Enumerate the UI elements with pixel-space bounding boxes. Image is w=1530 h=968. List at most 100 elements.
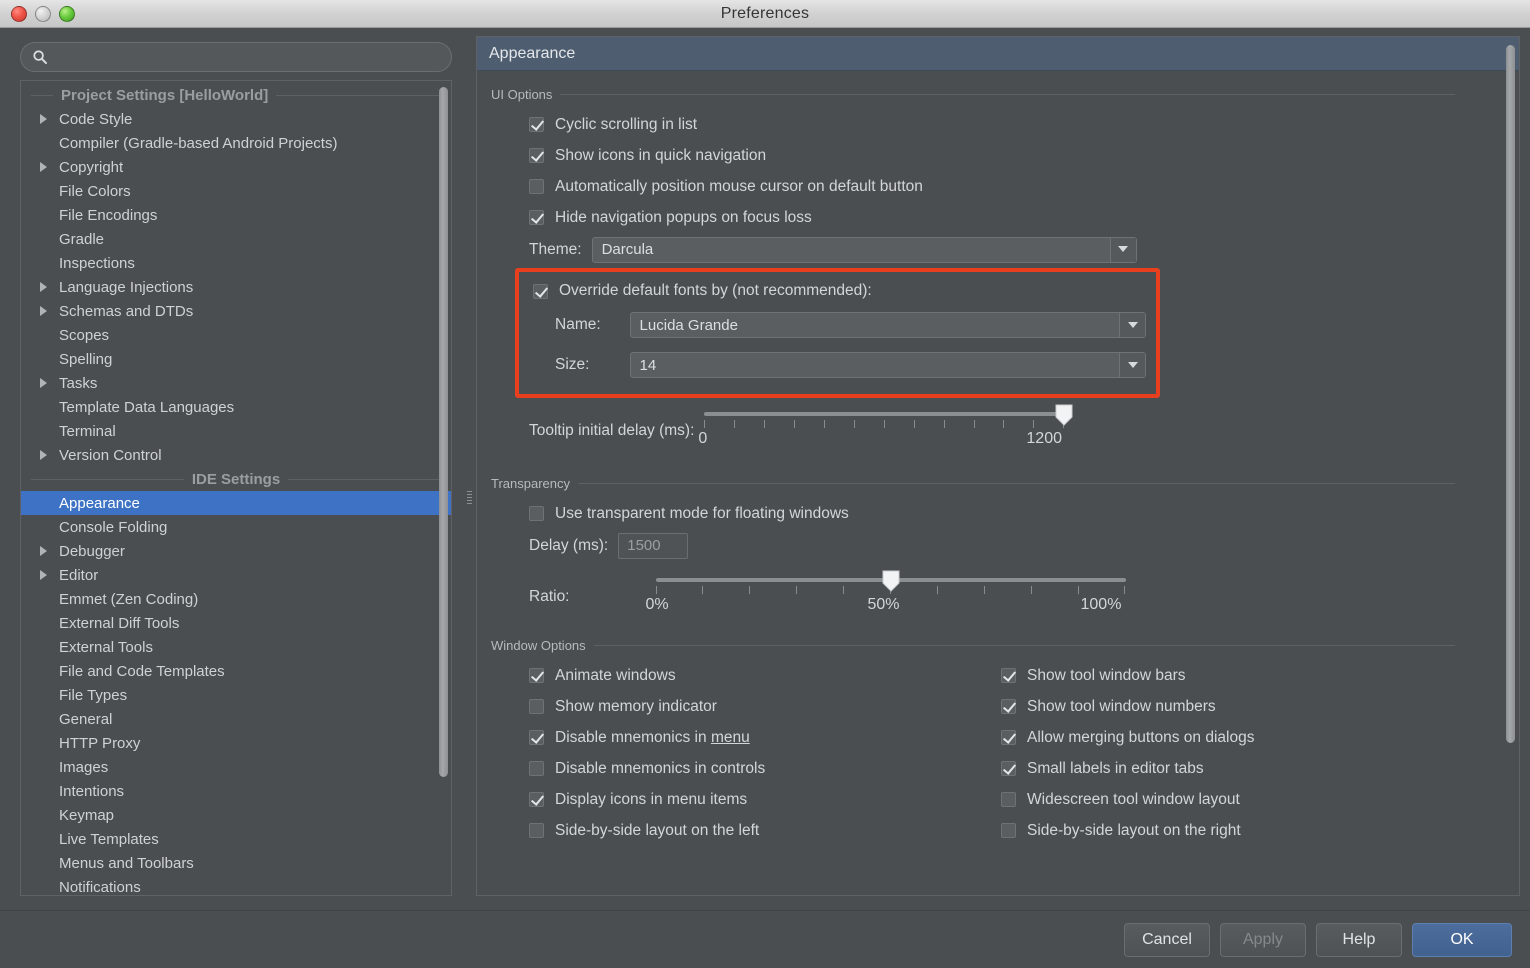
checkbox-side-by-side-layout-on-the-left[interactable]: Side-by-side layout on the left (491, 815, 985, 846)
sidebar-item-language-injections[interactable]: Language Injections (21, 275, 451, 299)
theme-dropdown[interactable]: Darcula (592, 237, 1137, 263)
sidebar-item-file-and-code-templates[interactable]: File and Code Templates (21, 659, 451, 683)
sidebar-item-file-colors[interactable]: File Colors (21, 179, 451, 203)
sidebar-item-compiler-gradle-based-android-projects[interactable]: Compiler (Gradle-based Android Projects) (21, 131, 451, 155)
sidebar-item-version-control[interactable]: Version Control (21, 443, 451, 467)
checkbox-icon[interactable] (529, 699, 544, 714)
checkbox-icon[interactable] (529, 210, 544, 225)
checkbox-icon[interactable] (1001, 792, 1016, 807)
checkbox-icon[interactable] (533, 284, 548, 299)
checkbox-icon[interactable] (529, 823, 544, 838)
checkbox-show-tool-window-numbers[interactable]: Show tool window numbers (985, 691, 1479, 722)
checkbox-disable-mnemonics-in-controls[interactable]: Disable mnemonics in controls (491, 753, 985, 784)
font-name-dropdown[interactable]: Lucida Grande (630, 312, 1146, 338)
sidebar-item-keymap[interactable]: Keymap (21, 803, 451, 827)
sidebar-item-file-encodings[interactable]: File Encodings (21, 203, 451, 227)
checkbox-icon[interactable] (1001, 668, 1016, 683)
sidebar-item-emmet-zen-coding[interactable]: Emmet (Zen Coding) (21, 587, 451, 611)
cancel-button[interactable]: Cancel (1124, 923, 1210, 957)
checkbox-icon[interactable] (1001, 761, 1016, 776)
chevron-right-icon[interactable] (35, 162, 51, 172)
apply-button[interactable]: Apply (1220, 923, 1306, 957)
checkbox-display-icons-in-menu-items[interactable]: Display icons in menu items (491, 784, 985, 815)
transparency-delay-input[interactable]: 1500 (618, 533, 688, 559)
search-field[interactable] (20, 42, 452, 72)
checkbox-small-labels-in-editor-tabs[interactable]: Small labels in editor tabs (985, 753, 1479, 784)
sidebar-item-terminal[interactable]: Terminal (21, 419, 451, 443)
settings-tree-list[interactable]: Project Settings [HelloWorld]Code StyleC… (21, 81, 451, 895)
slider-thumb[interactable] (1055, 404, 1073, 426)
sidebar-item-debugger[interactable]: Debugger (21, 539, 451, 563)
tooltip-delay-slider[interactable]: 0 1200 (704, 402, 1064, 454)
checkbox-show-tool-window-bars[interactable]: Show tool window bars (985, 660, 1479, 691)
sidebar-item-file-types[interactable]: File Types (21, 683, 451, 707)
checkbox-show-memory-indicator[interactable]: Show memory indicator (491, 691, 985, 722)
checkbox-side-by-side-layout-on-the-right[interactable]: Side-by-side layout on the right (985, 815, 1479, 846)
sidebar-item-notifications[interactable]: Notifications (21, 875, 451, 895)
ratio-slider[interactable]: 0% 50% 100% (656, 568, 1126, 620)
chevron-right-icon[interactable] (35, 450, 51, 460)
sidebar-item-editor[interactable]: Editor (21, 563, 451, 587)
chevron-down-icon[interactable] (1119, 353, 1145, 377)
sidebar-item-tasks[interactable]: Tasks (21, 371, 451, 395)
chevron-down-icon[interactable] (1119, 313, 1145, 337)
checkbox-icon[interactable] (1001, 823, 1016, 838)
checkbox-animate-windows[interactable]: Animate windows (491, 660, 985, 691)
chevron-down-icon[interactable] (1110, 238, 1136, 262)
sidebar-item-menus-and-toolbars[interactable]: Menus and Toolbars (21, 851, 451, 875)
checkbox-icon[interactable] (529, 117, 544, 132)
detail-pane-scrollbar[interactable] (1506, 45, 1515, 743)
checkbox-show-icons-quick-navigation[interactable]: Show icons in quick navigation (491, 140, 1479, 171)
chevron-right-icon[interactable] (35, 570, 51, 580)
sidebar-item-images[interactable]: Images (21, 755, 451, 779)
sidebar-item-live-templates[interactable]: Live Templates (21, 827, 451, 851)
chevron-right-icon[interactable] (35, 282, 51, 292)
checkbox-auto-position-mouse-cursor[interactable]: Automatically position mouse cursor on d… (491, 171, 1479, 202)
sidebar-item-scopes[interactable]: Scopes (21, 323, 451, 347)
checkbox-cyclic-scrolling[interactable]: Cyclic scrolling in list (491, 109, 1479, 140)
checkbox-icon[interactable] (529, 179, 544, 194)
sidebar-scrollbar[interactable] (439, 87, 448, 777)
help-button[interactable]: Help (1316, 923, 1402, 957)
chevron-right-icon[interactable] (35, 114, 51, 124)
font-size-dropdown[interactable]: 14 (630, 352, 1146, 378)
sidebar-item-label: File Colors (51, 183, 131, 200)
pane-splitter-handle[interactable] (466, 486, 473, 508)
checkbox-icon[interactable] (529, 730, 544, 745)
sidebar-item-intentions[interactable]: Intentions (21, 779, 451, 803)
checkbox-disable-mnemonics-in-menu[interactable]: Disable mnemonics in menu (491, 722, 985, 753)
checkbox-allow-merging-buttons-on-dialogs[interactable]: Allow merging buttons on dialogs (985, 722, 1479, 753)
checkbox-override-default-fonts[interactable]: Override default fonts by (not recommend… (525, 277, 1146, 305)
chevron-right-icon[interactable] (35, 546, 51, 556)
chevron-right-icon[interactable] (35, 306, 51, 316)
checkbox-icon[interactable] (529, 668, 544, 683)
sidebar-item-external-tools[interactable]: External Tools (21, 635, 451, 659)
sidebar-item-external-diff-tools[interactable]: External Diff Tools (21, 611, 451, 635)
slider-thumb[interactable] (882, 570, 900, 592)
sidebar-item-code-style[interactable]: Code Style (21, 107, 451, 131)
checkbox-icon[interactable] (529, 506, 544, 521)
chevron-right-icon[interactable] (35, 378, 51, 388)
sidebar-item-appearance[interactable]: Appearance (21, 491, 451, 515)
checkbox-hide-navigation-popups[interactable]: Hide navigation popups on focus loss (491, 202, 1479, 233)
checkbox-label: Disable mnemonics in menu (555, 729, 750, 747)
sidebar-item-http-proxy[interactable]: HTTP Proxy (21, 731, 451, 755)
checkbox-icon[interactable] (1001, 699, 1016, 714)
sidebar-item-copyright[interactable]: Copyright (21, 155, 451, 179)
sidebar-item-general[interactable]: General (21, 707, 451, 731)
sidebar-item-inspections[interactable]: Inspections (21, 251, 451, 275)
sidebar-item-spelling[interactable]: Spelling (21, 347, 451, 371)
sidebar-item-label: Copyright (51, 159, 123, 176)
checkbox-icon[interactable] (529, 761, 544, 776)
sidebar-item-template-data-languages[interactable]: Template Data Languages (21, 395, 451, 419)
checkbox-icon[interactable] (529, 792, 544, 807)
sidebar-item-console-folding[interactable]: Console Folding (21, 515, 451, 539)
checkbox-icon[interactable] (1001, 730, 1016, 745)
search-input[interactable] (48, 49, 451, 65)
checkbox-widescreen-tool-window-layout[interactable]: Widescreen tool window layout (985, 784, 1479, 815)
checkbox-icon[interactable] (529, 148, 544, 163)
ok-button[interactable]: OK (1412, 923, 1512, 957)
sidebar-item-gradle[interactable]: Gradle (21, 227, 451, 251)
sidebar-item-schemas-and-dtds[interactable]: Schemas and DTDs (21, 299, 451, 323)
checkbox-use-transparent-mode[interactable]: Use transparent mode for floating window… (491, 498, 1479, 529)
